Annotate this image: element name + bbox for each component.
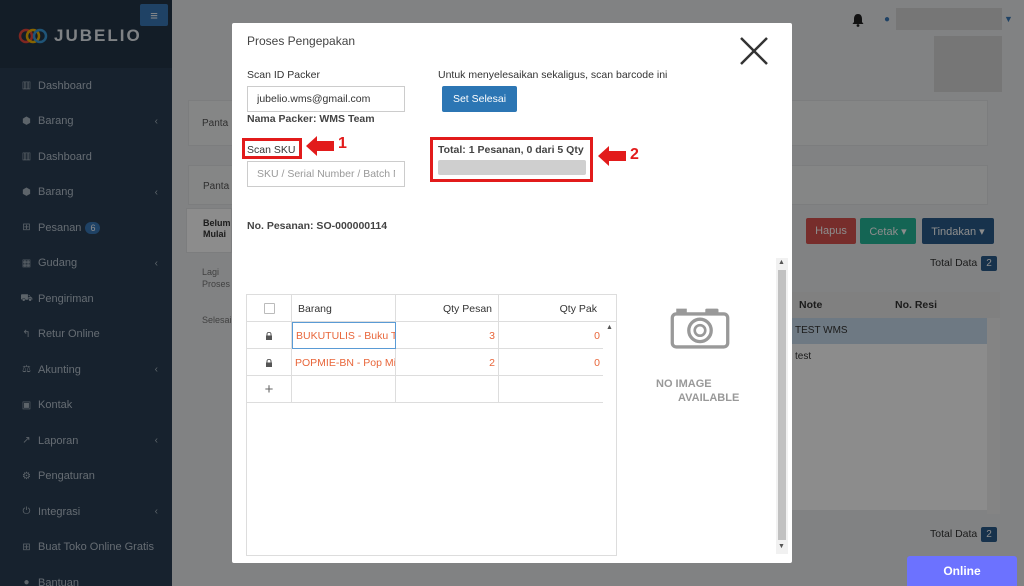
row-qty-order: 2 [396,349,499,376]
header-qty-pack: Qty Pak [559,302,597,315]
row-qty-order: 3 [396,322,499,349]
scroll-up-arrow[interactable]: ▲ [778,259,785,266]
no-image-text: NO IMAGE AVAILABLE [656,377,739,405]
add-row-button[interactable]: + [247,376,292,403]
row-item[interactable]: POPMIE-BN - Pop Mie [292,349,396,376]
table-scrollbar[interactable]: ▲ [604,322,616,555]
table-row[interactable]: POPMIE-BN - Pop Mie 2 0 [247,349,603,376]
lock-icon [266,331,272,340]
scroll-thumb[interactable] [778,270,786,540]
row-qty-pack: 0 [594,356,600,369]
table-row[interactable]: BUKUTULIS - Buku Tulis 3 0 [247,322,603,349]
row-lock-cell [247,349,292,376]
row-qty-pack: 0 [594,329,600,342]
annotation-arrow-left-icon [598,146,626,166]
header-item: Barang [292,295,396,322]
annotation-number-2: 2 [630,146,639,163]
scan-sku-input[interactable] [247,161,405,187]
scan-packer-label: Scan ID Packer [247,69,320,81]
no-image-line2: AVAILABLE [678,392,740,404]
packer-name: Nama Packer: WMS Team [247,113,375,125]
header-checkbox-cell [247,295,292,322]
select-all-checkbox[interactable] [263,303,275,314]
no-image-line1: NO IMAGE [656,378,712,390]
modal-title: Proses Pengepakan [247,34,356,48]
scroll-up-arrow[interactable]: ▲ [606,324,613,331]
row-lock-cell [247,322,292,349]
annotation-box-scan-sku [242,138,302,159]
annotation-arrow-left-icon [306,136,334,156]
header-qty-order: Qty Pesan [396,295,499,322]
table-header: Barang Qty Pesan Qty Pak [247,295,616,322]
add-row-empty-cell [292,376,396,403]
annotation-box-total [430,137,593,182]
scroll-down-arrow[interactable]: ▼ [778,543,785,550]
close-icon[interactable] [736,33,772,69]
lock-icon [266,358,272,367]
finish-hint: Untuk menyelesaikan sekaligus, scan barc… [438,69,668,81]
camera-icon [670,308,730,349]
packing-modal: Proses Pengepakan Scan ID Packer Nama Pa… [232,23,792,563]
table-add-row: + [247,376,603,403]
add-row-empty-cell [499,376,603,403]
annotation-number-1: 1 [338,135,347,152]
online-chat-button[interactable]: Online [907,556,1017,586]
add-row-empty-cell [396,376,499,403]
modal-scrollbar[interactable]: ▲ ▼ [776,258,788,554]
items-table: Barang Qty Pesan Qty Pak BUKUTULIS - Buk… [246,294,617,556]
order-number: No. Pesanan: SO-000000114 [247,220,388,232]
scan-packer-input[interactable] [247,86,405,112]
set-selesai-button[interactable]: Set Selesai [442,86,517,112]
row-item[interactable]: BUKUTULIS - Buku Tulis [292,322,396,349]
